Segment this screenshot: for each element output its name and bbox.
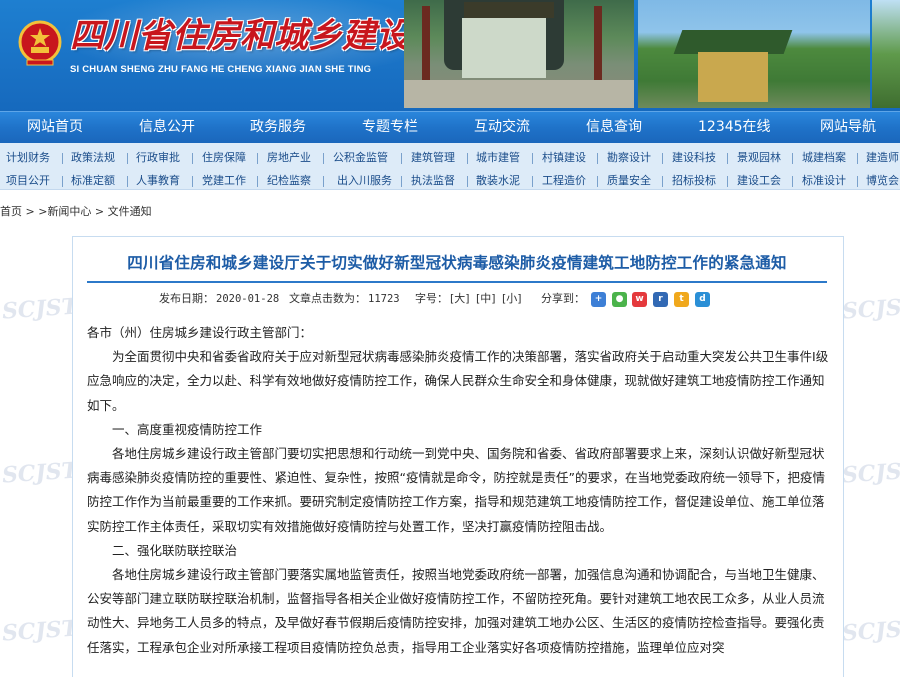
- sub-nav-link[interactable]: 勘察设计: [607, 147, 651, 169]
- breadcrumb: 首页 > >新闻中心 > 文件通知: [0, 203, 152, 221]
- sub-nav-link[interactable]: 公积金监管: [333, 147, 388, 169]
- sub-nav-link[interactable]: 工程造价: [542, 170, 586, 192]
- nav-info-disclosure[interactable]: 信息公开: [139, 112, 195, 144]
- nav-site-map[interactable]: 网站导航: [820, 112, 876, 144]
- sub-nav-link[interactable]: 政策法规: [71, 147, 115, 169]
- publish-date-label: 发布日期：: [159, 292, 214, 305]
- site-title-english: SI CHUAN SHENG ZHU FANG HE CHENG XIANG J…: [70, 64, 372, 75]
- section-1-paragraph: 各地住房城乡建设行政主管部门要切实把思想和行动统一到党中央、国务院和省委、省政府…: [87, 446, 825, 534]
- wechat-icon[interactable]: ●: [612, 292, 627, 307]
- article-title: 四川省住房和城乡建设厅关于切实做好新型冠状病毒感染肺炎疫情建筑工地防控工作的紧急…: [127, 254, 787, 272]
- font-size-large-button[interactable]: [大]: [450, 290, 470, 308]
- sub-nav-link[interactable]: 行政审批: [136, 147, 180, 169]
- nav-info-query[interactable]: 信息查询: [586, 112, 642, 144]
- sub-nav-link[interactable]: 房地产业: [267, 147, 311, 169]
- sub-nav-link[interactable]: 标准定额: [71, 170, 115, 192]
- sub-nav-link[interactable]: 执法监督: [411, 170, 455, 192]
- sub-nav-link[interactable]: 村镇建设: [542, 147, 586, 169]
- breadcrumb-home[interactable]: 首页: [0, 205, 22, 218]
- sub-nav-link[interactable]: 城建档案: [802, 147, 846, 169]
- sub-nav-row-1: 计划财务 政策法规 行政审批 住房保障 房地产业 公积金监管 建筑管理 城市建管…: [0, 147, 900, 169]
- breadcrumb-current[interactable]: 文件通知: [108, 205, 152, 218]
- nav-gov-services[interactable]: 政务服务: [250, 112, 306, 144]
- sub-nav-link[interactable]: 招标投标: [672, 170, 716, 192]
- nav-home[interactable]: 网站首页: [27, 112, 83, 144]
- watermark: SCJST: [1, 615, 79, 647]
- national-emblem-icon: [18, 20, 62, 66]
- sub-nav-link[interactable]: 人事教育: [136, 170, 180, 192]
- sub-nav-link[interactable]: 纪检监察: [267, 170, 311, 192]
- nav-interaction[interactable]: 互动交流: [474, 112, 530, 144]
- watermark: SCJST: [841, 457, 900, 489]
- watermark: SCJST: [1, 457, 79, 489]
- font-size-small-button[interactable]: [小]: [502, 290, 522, 308]
- section-2-heading: 二、强化联防联控联治: [112, 542, 238, 558]
- article-body: 各市（州）住房城乡建设行政主管部门： 为全面贯彻中央和省委省政府关于应对新型冠状…: [87, 321, 829, 660]
- breadcrumb-news-center[interactable]: 新闻中心: [47, 205, 91, 218]
- salutation: 各市（州）住房城乡建设行政主管部门：: [87, 325, 313, 340]
- intro-paragraph: 为全面贯彻中央和省委省政府关于应对新型冠状病毒感染肺炎疫情工作的决策部署，落实省…: [87, 349, 829, 413]
- sub-nav-link[interactable]: 住房保障: [202, 147, 246, 169]
- sub-nav: 计划财务 政策法规 行政审批 住房保障 房地产业 公积金监管 建筑管理 城市建管…: [0, 143, 900, 190]
- breadcrumb-separator: > >: [22, 205, 48, 218]
- sub-nav-link[interactable]: 散装水泥: [476, 170, 520, 192]
- article-panel: 四川省住房和城乡建设厅关于切实做好新型冠状病毒感染肺炎疫情建筑工地防控工作的紧急…: [72, 236, 844, 677]
- sub-nav-row-2: 项目公开 标准定额 人事教育 党建工作 纪检监察 出入川服务 执法监督 散装水泥…: [0, 170, 900, 192]
- watermark: SCJST: [841, 293, 900, 325]
- sub-nav-link[interactable]: 出入川服务: [337, 170, 392, 192]
- sub-nav-link[interactable]: 项目公开: [6, 170, 50, 192]
- section-1-heading: 一、高度重视疫情防控工作: [112, 421, 263, 437]
- watermark: SCJST: [841, 615, 900, 647]
- qzone-icon[interactable]: +: [591, 292, 606, 307]
- sub-nav-link[interactable]: 计划财务: [6, 147, 50, 169]
- nav-special-topics[interactable]: 专题专栏: [362, 112, 418, 144]
- banner-photo-gate: [404, 0, 634, 108]
- banner-photo-trees: [872, 0, 900, 108]
- sub-nav-link[interactable]: 博览会: [866, 170, 899, 192]
- click-count: 11723: [368, 293, 400, 305]
- title-divider: [87, 281, 827, 283]
- weibo-icon[interactable]: w: [632, 292, 647, 307]
- sub-nav-link[interactable]: 建造师: [866, 147, 899, 169]
- publish-date: 2020-01-28: [216, 293, 280, 305]
- sub-nav-link[interactable]: 景观园林: [737, 147, 781, 169]
- main-nav: 网站首页 信息公开 政务服务 专题专栏 互动交流 信息查询 12345在线 网站…: [0, 111, 900, 144]
- banner-photo-pavilion: [638, 0, 870, 108]
- share-label: 分享到：: [541, 292, 585, 305]
- sub-nav-link[interactable]: 建设科技: [672, 147, 716, 169]
- click-count-label: 文章点击数为：: [289, 292, 366, 305]
- sub-nav-link[interactable]: 建设工会: [737, 170, 781, 192]
- section-2-paragraph: 各地住房城乡建设行政主管部门要落实属地监管责任，按照当地党委政府统一部署，加强信…: [87, 567, 825, 655]
- font-size-label: 字号：: [415, 292, 448, 305]
- header-banner: 四川省住房和城乡建设厅 SI CHUAN SHENG ZHU FANG HE C…: [0, 0, 900, 111]
- sub-nav-link[interactable]: 建筑管理: [411, 147, 455, 169]
- renren-icon[interactable]: r: [653, 292, 668, 307]
- nav-12345-online[interactable]: 12345在线: [698, 112, 771, 144]
- tencent-weibo-icon[interactable]: t: [674, 292, 689, 307]
- sub-nav-link[interactable]: 城市建管: [476, 147, 520, 169]
- sub-nav-link[interactable]: 党建工作: [202, 170, 246, 192]
- watermark: SCJST: [1, 293, 79, 325]
- sub-nav-link[interactable]: 标准设计: [802, 170, 846, 192]
- douban-icon[interactable]: d: [695, 292, 710, 307]
- breadcrumb-separator: >: [91, 205, 108, 218]
- font-size-medium-button[interactable]: [中]: [476, 290, 496, 308]
- sub-nav-link[interactable]: 质量安全: [607, 170, 651, 192]
- site-title: 四川省住房和城乡建设厅: [70, 16, 444, 56]
